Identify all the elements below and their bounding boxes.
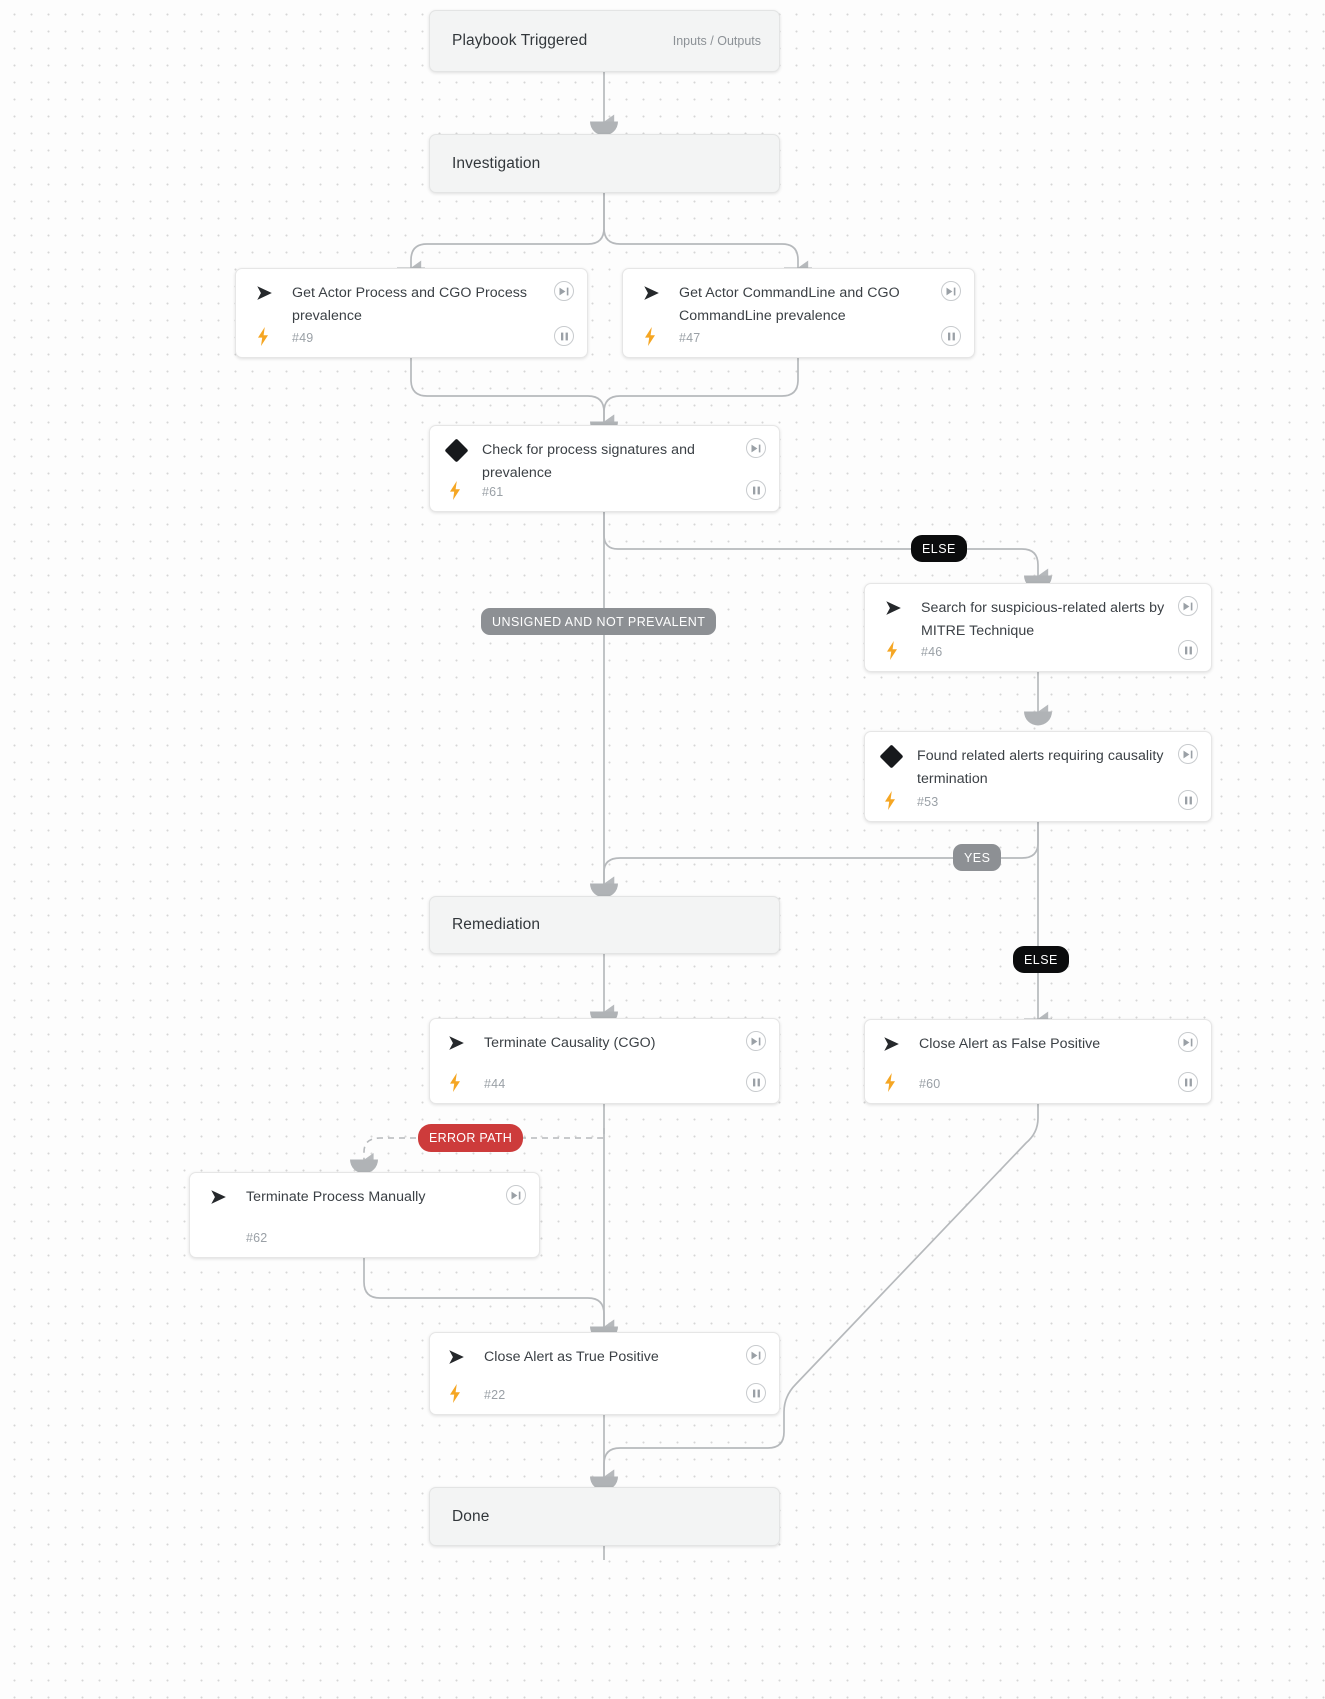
condition-icon xyxy=(879,744,904,769)
pause-task-icon[interactable] xyxy=(746,1072,766,1092)
edge-label-unsigned-not-prevalent[interactable]: UNSIGNED AND NOT PREVALENT xyxy=(481,608,717,635)
lightning-bolt-icon xyxy=(450,1073,460,1092)
run-task-icon[interactable] xyxy=(506,1185,526,1205)
node-title: Get Actor CommandLine and CGO CommandLin… xyxy=(679,285,900,324)
node-task-id: #22 xyxy=(484,1388,506,1402)
pause-task-icon[interactable] xyxy=(746,1383,766,1403)
edge-label-else-1[interactable]: ELSE xyxy=(911,535,967,562)
node-title: Terminate Causality (CGO) xyxy=(484,1035,656,1051)
automation-icon: ➤ xyxy=(256,283,272,304)
node-search-suspicious-alerts[interactable]: ➤ Search for suspicious-related alerts b… xyxy=(864,583,1212,672)
automation-icon: ➤ xyxy=(210,1187,226,1208)
node-terminate-process-manually[interactable]: ➤ Terminate Process Manually #62 xyxy=(189,1172,540,1258)
node-title: Investigation xyxy=(452,154,541,172)
node-task-id: #46 xyxy=(921,645,943,659)
run-task-icon[interactable] xyxy=(554,281,574,301)
node-playbook-triggered[interactable]: Playbook Triggered Inputs / Outputs xyxy=(429,10,780,72)
pause-task-icon[interactable] xyxy=(941,326,961,346)
pause-task-icon[interactable] xyxy=(1178,790,1198,810)
node-check-process-signatures[interactable]: Check for process signatures and prevale… xyxy=(429,425,780,512)
condition-icon xyxy=(444,438,469,463)
run-task-icon[interactable] xyxy=(1178,744,1198,764)
lightning-bolt-icon xyxy=(450,1384,460,1403)
node-investigation[interactable]: Investigation xyxy=(429,134,780,193)
node-task-id: #44 xyxy=(484,1077,506,1091)
pause-task-icon[interactable] xyxy=(746,480,766,500)
connector-layer xyxy=(350,58,1052,1560)
node-title: Search for suspicious-related alerts by … xyxy=(921,600,1165,639)
node-title: Remediation xyxy=(452,916,541,933)
run-task-icon[interactable] xyxy=(746,1031,766,1051)
node-close-alert-true-positive[interactable]: ➤ Close Alert as True Positive #22 xyxy=(429,1332,780,1415)
run-task-icon[interactable] xyxy=(941,281,961,301)
run-task-icon[interactable] xyxy=(746,1345,766,1365)
edge-label-error-path[interactable]: ERROR PATH xyxy=(418,1124,524,1152)
lightning-bolt-icon xyxy=(885,1073,895,1092)
node-remediation[interactable]: Remediation xyxy=(429,896,780,954)
node-title: Close Alert as True Positive xyxy=(484,1349,659,1365)
node-done[interactable]: Done xyxy=(429,1487,780,1546)
inputs-outputs-label[interactable]: Inputs / Outputs xyxy=(673,34,779,48)
run-task-icon[interactable] xyxy=(1178,596,1198,616)
pause-task-icon[interactable] xyxy=(554,326,574,346)
run-task-icon[interactable] xyxy=(1178,1032,1198,1052)
node-task-id: #62 xyxy=(246,1231,268,1245)
playbook-canvas: Playbook Triggered Inputs / Outputs Inve… xyxy=(0,0,1325,1699)
lightning-bolt-icon xyxy=(887,641,897,660)
node-title: Found related alerts requiring causality… xyxy=(917,748,1164,787)
automation-icon: ➤ xyxy=(885,598,901,619)
node-title: Playbook Triggered xyxy=(452,32,588,49)
node-get-actor-commandline-prevalence[interactable]: ➤ Get Actor CommandLine and CGO CommandL… xyxy=(622,268,975,358)
node-task-id: #49 xyxy=(292,331,314,345)
edge-label-yes[interactable]: YES xyxy=(953,844,1002,871)
node-title: Done xyxy=(452,1507,490,1525)
node-task-id: #61 xyxy=(482,485,504,499)
automation-icon: ➤ xyxy=(448,1033,464,1054)
node-task-id: #53 xyxy=(917,795,939,809)
run-task-icon[interactable] xyxy=(746,438,766,458)
automation-icon: ➤ xyxy=(448,1347,464,1368)
lightning-bolt-icon xyxy=(645,327,655,346)
pause-task-icon[interactable] xyxy=(1178,1072,1198,1092)
node-title: Terminate Process Manually xyxy=(246,1189,426,1205)
edge-label-else-2[interactable]: ELSE xyxy=(1013,946,1069,973)
node-task-id: #60 xyxy=(919,1077,941,1091)
node-found-related-alerts[interactable]: Found related alerts requiring causality… xyxy=(864,731,1212,822)
node-close-alert-false-positive[interactable]: ➤ Close Alert as False Positive #60 xyxy=(864,1019,1212,1104)
node-task-id: #47 xyxy=(679,331,701,345)
automation-icon: ➤ xyxy=(643,283,659,304)
pause-task-icon[interactable] xyxy=(1178,640,1198,660)
node-terminate-causality[interactable]: ➤ Terminate Causality (CGO) #44 xyxy=(429,1018,780,1104)
node-title: Close Alert as False Positive xyxy=(919,1036,1101,1052)
lightning-bolt-icon xyxy=(885,791,895,810)
node-title: Check for process signatures and prevale… xyxy=(482,442,695,481)
node-title: Get Actor Process and CGO Process preval… xyxy=(292,285,528,324)
lightning-bolt-icon xyxy=(450,481,460,500)
node-get-actor-process-prevalence[interactable]: ➤ Get Actor Process and CGO Process prev… xyxy=(235,268,588,358)
automation-icon: ➤ xyxy=(883,1034,899,1055)
lightning-bolt-icon xyxy=(258,327,268,346)
